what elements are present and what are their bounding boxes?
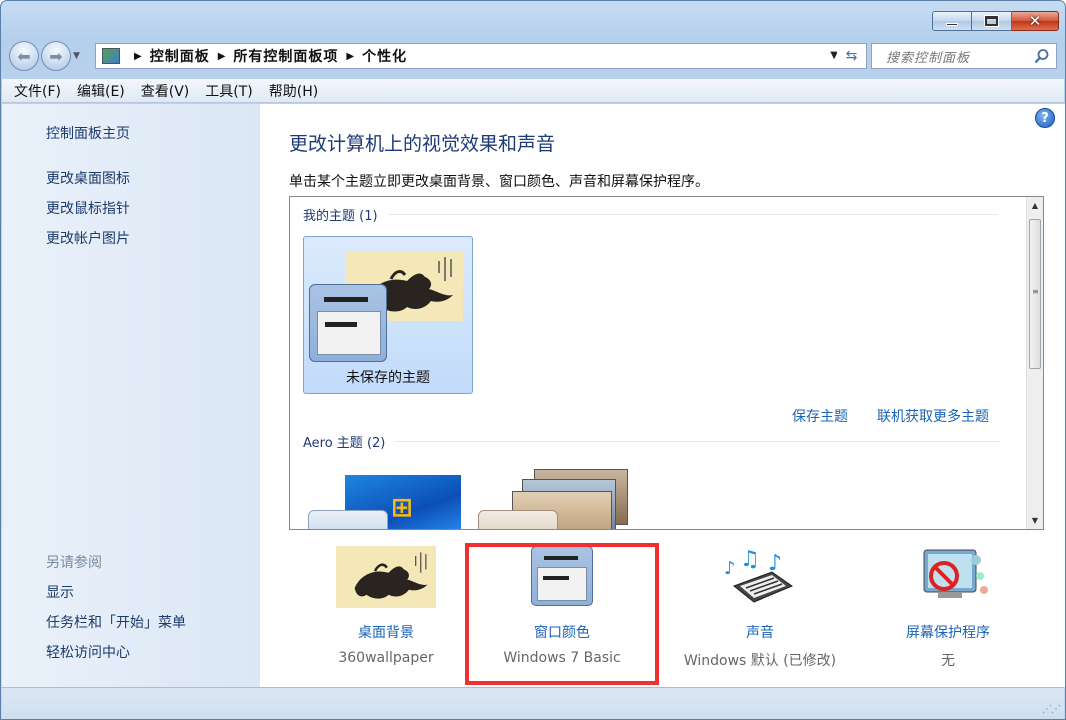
desktop-background-label[interactable]: 桌面背景 — [296, 622, 476, 642]
window-color-preview — [309, 284, 387, 362]
group-divider — [395, 441, 1002, 442]
sounds-icon: ♪ ♫ ♪ — [710, 546, 810, 608]
menu-edit[interactable]: 编辑(E) — [77, 81, 125, 101]
scrollbar-thumb[interactable]: ≡ — [1029, 219, 1041, 369]
menu-bar: 文件(F) 编辑(E) 查看(V) 工具(T) 帮助(H) — [2, 79, 1064, 103]
help-icon[interactable]: ? — [1035, 108, 1055, 128]
minimize-icon — [946, 22, 958, 26]
sounds-label[interactable]: 声音 — [670, 622, 850, 642]
page-title: 更改计算机上的视觉效果和声音 — [289, 133, 556, 155]
windows-logo-icon: ⊞ — [391, 493, 413, 523]
display-link[interactable]: 显示 — [46, 582, 74, 602]
menu-help[interactable]: 帮助(H) — [269, 81, 318, 101]
architecture-window-preview — [478, 510, 558, 529]
screen-saver-option[interactable]: 屏幕保护程序 无 — [858, 546, 1038, 670]
aero-themes-group-header[interactable]: Aero 主题 (2) — [303, 432, 1002, 451]
refresh-button[interactable]: ⇆ — [837, 43, 867, 69]
svg-text:♫: ♫ — [740, 547, 760, 572]
menu-file[interactable]: 文件(F) — [14, 81, 61, 101]
change-account-picture-link[interactable]: 更改帐户图片 — [46, 228, 130, 248]
aero-themes-label: Aero 主题 (2) — [303, 436, 386, 451]
search-icon[interactable] — [1034, 48, 1050, 64]
see-also-heading: 另请参阅 — [46, 555, 102, 571]
save-theme-link[interactable]: 保存主题 — [792, 406, 848, 426]
window-color-highlight-box — [465, 543, 659, 685]
recent-pages-dropdown[interactable]: ▼ — [73, 51, 80, 61]
back-button[interactable]: ⬅ — [9, 41, 39, 71]
minimize-button[interactable] — [932, 11, 972, 31]
control-panel-icon — [102, 48, 120, 64]
main-content: ? 更改计算机上的视觉效果和声音 单击某个主题立即更改桌面背景、窗口颜色、声音和… — [260, 104, 1065, 687]
change-desktop-icons-link[interactable]: 更改桌面图标 — [46, 168, 130, 188]
desktop-background-value: 360wallpaper — [338, 650, 434, 666]
screen-saver-icon — [898, 546, 998, 608]
close-icon: ✕ — [1028, 12, 1042, 30]
get-more-themes-link[interactable]: 联机获取更多主题 — [877, 406, 989, 426]
search-placeholder: 搜索控制面板 — [886, 50, 971, 66]
screen-saver-value: 无 — [941, 653, 955, 669]
theme-gallery: 我的主题 (1) 未保存的主题 保存主题 联机获取更多主题 Aero 主题 (2… — [289, 196, 1044, 530]
menu-tools[interactable]: 工具(T) — [205, 81, 252, 101]
sounds-value: Windows 默认 (已修改) — [683, 653, 837, 669]
windows7-window-preview — [308, 510, 388, 529]
chevron-right-icon[interactable]: ▶ — [346, 51, 354, 62]
address-bar[interactable]: ▶ 控制面板 ▶ 所有控制面板项 ▶ 个性化 ▼ — [95, 43, 843, 69]
forward-arrow-icon: ➡ — [49, 46, 63, 66]
ease-of-access-link[interactable]: 轻松访问中心 — [46, 642, 130, 662]
close-button[interactable]: ✕ — [1012, 11, 1059, 31]
group-divider — [387, 214, 998, 215]
resize-grip-icon[interactable]: ⋰⋰ — [1042, 704, 1061, 715]
unsaved-theme-tile[interactable]: 未保存的主题 — [303, 236, 473, 394]
chevron-right-icon[interactable]: ▶ — [134, 51, 142, 62]
change-mouse-pointers-link[interactable]: 更改鼠标指针 — [46, 198, 130, 218]
svg-text:♪: ♪ — [768, 551, 782, 576]
search-input[interactable]: 搜索控制面板 — [871, 43, 1057, 69]
status-bar: ⋰⋰ — [2, 687, 1064, 719]
maximize-button[interactable] — [972, 11, 1012, 31]
chevron-right-icon[interactable]: ▶ — [218, 51, 226, 62]
unsaved-theme-label: 未保存的主题 — [346, 370, 430, 386]
theme-gallery-scrollbar[interactable]: ▲ ≡ ▼ — [1026, 197, 1043, 529]
sounds-option[interactable]: ♪ ♫ ♪ 声音 Windows 默认 (已修改) — [670, 546, 850, 670]
forward-button[interactable]: ➡ — [41, 41, 71, 71]
svg-text:♪: ♪ — [724, 558, 736, 579]
scroll-up-icon[interactable]: ▲ — [1027, 197, 1043, 214]
caption-buttons: ✕ — [932, 1, 1059, 35]
menu-view[interactable]: 查看(V) — [141, 81, 190, 101]
desktop-background-icon — [336, 546, 436, 608]
page-description: 单击某个主题立即更改桌面背景、窗口颜色、声音和屏幕保护程序。 — [289, 174, 709, 190]
task-pane: 控制面板主页 更改桌面图标 更改鼠标指针 更改帐户图片 另请参阅 显示 任务栏和… — [2, 104, 260, 687]
maximize-icon — [984, 15, 999, 27]
screen-saver-label[interactable]: 屏幕保护程序 — [858, 622, 1038, 642]
breadcrumb-all-items[interactable]: 所有控制面板项 — [233, 46, 338, 66]
control-panel-home-link[interactable]: 控制面板主页 — [46, 123, 130, 143]
my-themes-group-header[interactable]: 我的主题 (1) — [303, 205, 998, 224]
taskbar-start-menu-link[interactable]: 任务栏和「开始」菜单 — [46, 612, 186, 632]
personalization-window: ✕ ⬅ ➡ ▼ ▶ 控制面板 ▶ 所有控制面板项 ▶ 个性化 ▼ ⇆ 搜索控制面… — [0, 0, 1066, 720]
my-themes-label: 我的主题 (1) — [303, 209, 378, 224]
back-arrow-icon: ⬅ — [17, 46, 31, 66]
navigation-bar: ⬅ ➡ ▼ ▶ 控制面板 ▶ 所有控制面板项 ▶ 个性化 ▼ ⇆ 搜索控制面板 — [9, 39, 1057, 73]
scroll-down-icon[interactable]: ▼ — [1027, 512, 1043, 529]
breadcrumb-control-panel[interactable]: 控制面板 — [150, 46, 210, 66]
desktop-background-option[interactable]: 桌面背景 360wallpaper — [296, 546, 476, 666]
breadcrumb-personalization[interactable]: 个性化 — [362, 46, 407, 66]
refresh-icon: ⇆ — [845, 48, 858, 64]
